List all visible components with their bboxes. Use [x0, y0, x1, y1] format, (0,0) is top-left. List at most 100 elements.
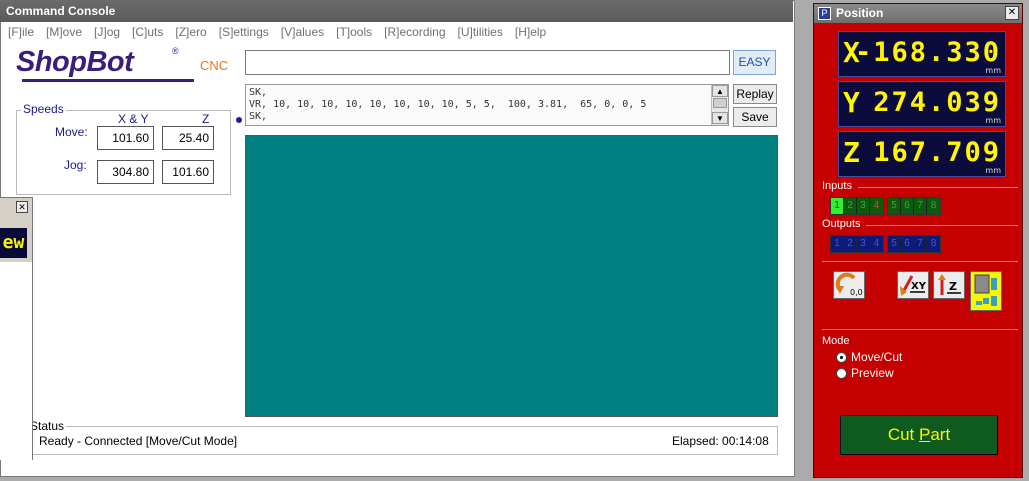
outputs-group-2: 5 6 7 8	[887, 235, 941, 253]
logo-brand: ShopBot	[16, 46, 134, 78]
cut-part-prefix: Cut	[887, 425, 919, 444]
menu-recording[interactable]: [R]ecording	[384, 25, 445, 39]
x-unit: mm	[985, 66, 1001, 75]
y-readout: Y 274.039 mm	[838, 81, 1006, 127]
inputs-rule	[858, 187, 1018, 188]
menu-move[interactable]: [M]ove	[46, 25, 82, 39]
zero-xy-label: XY	[911, 281, 927, 292]
speeds-col-xy: X & Y	[118, 112, 149, 126]
outputs-label: Outputs	[822, 218, 861, 230]
speeds-legend: Speeds	[21, 102, 66, 116]
input-2-indicator: 2	[844, 198, 857, 214]
output-5-indicator: 5	[888, 236, 901, 252]
z-axis-label: Z	[843, 136, 860, 169]
position-close-icon[interactable]: ✕	[1005, 6, 1019, 20]
y-axis-label: Y	[843, 86, 860, 119]
console-title-bar[interactable]: Command Console	[0, 0, 793, 22]
replay-button[interactable]: Replay	[733, 84, 777, 104]
scroll-down-icon[interactable]: ▼	[712, 112, 728, 124]
x-readout: X -168.330 mm	[838, 31, 1006, 77]
radio-selected-icon	[836, 351, 847, 363]
input-3-indicator: 3	[857, 198, 870, 214]
zero-xy-button[interactable]: XY	[897, 271, 929, 299]
zero-z-button[interactable]: Z	[933, 271, 965, 299]
tools-rule	[822, 261, 1018, 262]
zero-xy-icon: XY	[900, 275, 927, 296]
move-z-speed-field[interactable]: 25.40	[162, 126, 214, 150]
menu-tools[interactable]: [T]ools	[336, 25, 372, 39]
move-speed-label: Move:	[55, 125, 88, 139]
side-window-display: ew	[0, 228, 27, 258]
x-position-value: -168.330	[854, 37, 1001, 68]
command-input[interactable]	[245, 50, 730, 75]
outputs-row: 1 2 3 4 5 6 7 8	[830, 235, 944, 253]
easy-button[interactable]: EASY	[733, 50, 776, 75]
menu-zero[interactable]: [Z]ero	[175, 25, 206, 39]
position-title-bar[interactable]: Position	[814, 4, 1022, 23]
z-readout: Z 167.709 mm	[838, 131, 1006, 177]
z-position-value: 167.709	[873, 137, 1001, 168]
scroll-thumb[interactable]	[713, 98, 727, 108]
inputs-label: Inputs	[822, 180, 852, 192]
keypad-button[interactable]	[970, 271, 1002, 311]
output-3-indicator: 3	[857, 236, 870, 252]
scroll-up-icon[interactable]: ▲	[712, 85, 728, 97]
mode-rule	[822, 329, 1018, 330]
mode-move-cut-radio[interactable]: Move/Cut	[836, 350, 902, 364]
menu-jog[interactable]: [J]og	[94, 25, 120, 39]
output-6-indicator: 6	[901, 236, 914, 252]
input-4-indicator: 4	[870, 198, 883, 214]
menu-help[interactable]: [H]elp	[515, 25, 546, 39]
cut-part-button[interactable]: Cut Part	[840, 415, 998, 455]
zero-z-label: Z	[949, 280, 957, 293]
mode-preview-radio[interactable]: Preview	[836, 366, 894, 380]
go-home-button[interactable]: 0,0	[833, 271, 865, 299]
inputs-group-1: 1 2 3 4	[830, 197, 884, 215]
input-6-indicator: 6	[901, 198, 914, 214]
inputs-group-2: 5 6 7 8	[887, 197, 941, 215]
mode-label: Mode	[822, 335, 850, 347]
move-xy-speed-field[interactable]: 101.60	[97, 126, 154, 150]
preview-area[interactable]	[245, 135, 778, 417]
cut-part-suffix: art	[930, 425, 951, 444]
console-menubar: [F]ile [M]ove [J]og [C]uts [Z]ero [S]ettings […	[8, 25, 558, 41]
command-history-text: SK, VR, 10, 10, 10, 10, 10, 10, 10, 10, …	[249, 87, 647, 122]
input-8-indicator: 8	[927, 198, 940, 214]
inputs-row: 1 2 3 4 5 6 7 8	[830, 197, 944, 215]
cut-part-hotkey: P	[919, 425, 931, 444]
y-unit: mm	[985, 116, 1001, 125]
home-arrow-icon: 0,0	[835, 272, 863, 297]
jog-z-speed-field[interactable]: 101.60	[162, 160, 214, 184]
speeds-col-z: Z	[202, 112, 210, 126]
outputs-rule	[866, 225, 1018, 226]
menu-cuts[interactable]: [C]uts	[132, 25, 163, 39]
history-scrollbar[interactable]: ▲ ▼	[711, 85, 728, 125]
save-button[interactable]: Save	[733, 107, 777, 127]
input-7-indicator: 7	[914, 198, 927, 214]
output-8-indicator: 8	[927, 236, 940, 252]
menu-values[interactable]: [V]alues	[281, 25, 324, 39]
mode-move-cut-label: Move/Cut	[851, 350, 903, 364]
output-2-indicator: 2	[844, 236, 857, 252]
go-home-label: 0,0	[850, 288, 863, 297]
command-history[interactable]: SK, VR, 10, 10, 10, 10, 10, 10, 10, 10, …	[245, 84, 729, 126]
jog-speed-label: Jog:	[64, 158, 87, 172]
zero-z-icon: Z	[938, 274, 961, 295]
side-window-body	[0, 262, 32, 460]
current-line-dot-icon	[236, 117, 242, 123]
menu-settings[interactable]: [S]ettings	[219, 25, 269, 39]
keypad-icon	[974, 274, 997, 306]
logo-swoosh	[22, 79, 194, 82]
menu-file[interactable]: [F]ile	[8, 25, 34, 39]
status-text: Ready - Connected [Move/Cut Mode]	[39, 434, 238, 448]
logo-cnc: CNC	[200, 58, 229, 73]
jog-xy-speed-field[interactable]: 304.80	[97, 160, 154, 184]
input-1-indicator: 1	[831, 198, 844, 214]
logo-registered-mark: ®	[172, 46, 179, 56]
output-1-indicator: 1	[831, 236, 844, 252]
position-app-icon: P	[818, 7, 831, 20]
input-5-indicator: 5	[888, 198, 901, 214]
status-legend: Status	[30, 419, 67, 433]
side-window-close-icon[interactable]: ✕	[16, 201, 28, 213]
menu-utilities[interactable]: [U]tilities	[458, 25, 503, 39]
